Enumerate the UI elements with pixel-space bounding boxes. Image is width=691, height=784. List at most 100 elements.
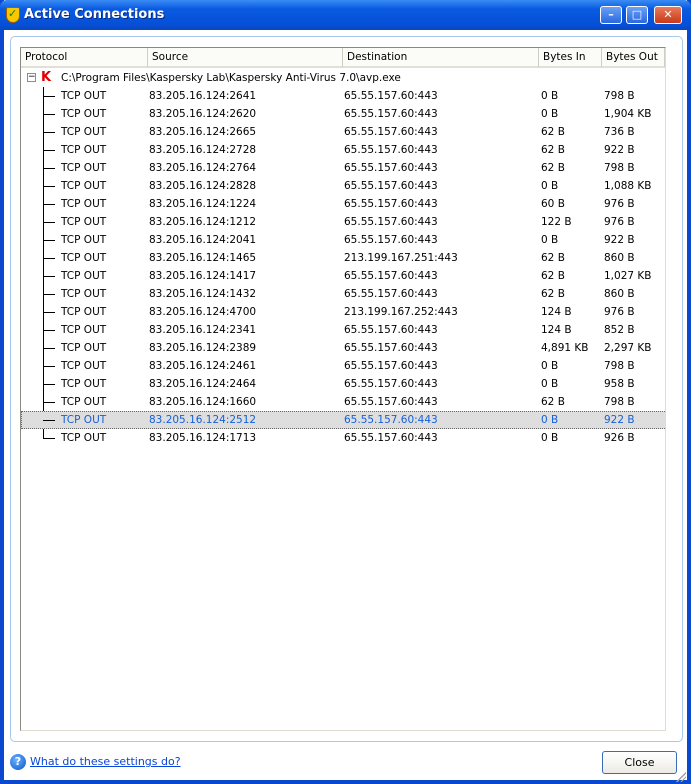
cell-protocol: TCP OUT [61, 324, 107, 336]
cell-bytes-out: 798 B [604, 360, 635, 372]
cell-bytes-in: 0 B [541, 378, 559, 390]
column-header: Protocol Source Destination Bytes In Byt… [21, 48, 665, 68]
cell-source: 83.205.16.124:2341 [149, 324, 257, 336]
cell-destination: 65.55.157.60:443 [344, 144, 438, 156]
tree-branch [43, 276, 55, 277]
cell-bytes-in: 62 B [541, 288, 565, 300]
connection-row[interactable]: TCP OUT 83.205.16.124:2461 65.55.157.60:44… [21, 357, 665, 375]
cell-source: 83.205.16.124:1224 [149, 198, 257, 210]
cell-protocol: TCP OUT [61, 414, 107, 426]
cell-protocol: TCP OUT [61, 360, 107, 372]
cell-bytes-in: 0 B [541, 432, 559, 444]
collapse-icon[interactable]: − [27, 73, 36, 82]
resize-grip-icon[interactable] [676, 772, 686, 782]
maximize-button[interactable]: □ [626, 6, 648, 24]
connection-row[interactable]: TCP OUT 83.205.16.124:2620 65.55.157.60:44… [21, 105, 665, 123]
cell-source: 83.205.16.124:2512 [149, 414, 257, 426]
connection-row[interactable]: TCP OUT 83.205.16.124:2041 65.55.157.60:44… [21, 231, 665, 249]
connection-row[interactable]: TCP OUT 83.205.16.124:2828 65.55.157.60:44… [21, 177, 665, 195]
help-icon[interactable]: ? [10, 754, 26, 770]
cell-bytes-in: 62 B [541, 270, 565, 282]
cell-bytes-in: 0 B [541, 360, 559, 372]
process-path: C:\Program Files\Kaspersky Lab\Kaspersky… [61, 72, 401, 84]
cell-destination: 65.55.157.60:443 [344, 198, 438, 210]
process-node[interactable]: − K C:\Program Files\Kaspersky Lab\Kaspe… [21, 69, 665, 87]
connection-row[interactable]: TCP OUT 83.205.16.124:2464 65.55.157.60:44… [21, 375, 665, 393]
tree-branch [43, 204, 55, 205]
cell-bytes-out: 1,088 KB [604, 180, 652, 192]
connection-row[interactable]: TCP OUT 83.205.16.124:4700 213.199.167.252… [21, 303, 665, 321]
column-header-bytes-out[interactable]: Bytes Out [602, 48, 665, 67]
cell-source: 83.205.16.124:1212 [149, 216, 257, 228]
cell-bytes-in: 122 B [541, 216, 572, 228]
connection-row[interactable]: TCP OUT 83.205.16.124:2764 65.55.157.60:44… [21, 159, 665, 177]
tree-branch [43, 438, 55, 439]
connection-row[interactable]: TCP OUT 83.205.16.124:1465 213.199.167.251… [21, 249, 665, 267]
cell-bytes-in: 62 B [541, 126, 565, 138]
cell-protocol: TCP OUT [61, 396, 107, 408]
cell-bytes-in: 62 B [541, 162, 565, 174]
cell-bytes-in: 124 B [541, 324, 572, 336]
connection-row[interactable]: TCP OUT 83.205.16.124:2341 65.55.157.60:44… [21, 321, 665, 339]
minimize-button[interactable]: – [600, 6, 622, 24]
connection-row[interactable]: TCP OUT 83.205.16.124:2665 65.55.157.60:44… [21, 123, 665, 141]
tree-branch [43, 402, 55, 403]
cell-bytes-in: 62 B [541, 252, 565, 264]
close-button[interactable]: Close [602, 751, 677, 774]
cell-protocol: TCP OUT [61, 234, 107, 246]
column-header-protocol[interactable]: Protocol [21, 48, 148, 67]
cell-bytes-out: 798 B [604, 396, 635, 408]
cell-bytes-in: 62 B [541, 396, 565, 408]
cell-source: 83.205.16.124:2041 [149, 234, 257, 246]
connection-row[interactable]: TCP OUT 83.205.16.124:2728 65.55.157.60:44… [21, 141, 665, 159]
cell-bytes-in: 124 B [541, 306, 572, 318]
connection-row[interactable]: TCP OUT 83.205.16.124:1713 65.55.157.60:44… [21, 429, 665, 447]
connection-row[interactable]: TCP OUT 83.205.16.124:1417 65.55.157.60:44… [21, 267, 665, 285]
column-header-source[interactable]: Source [148, 48, 343, 67]
cell-bytes-out: 976 B [604, 198, 635, 210]
cell-protocol: TCP OUT [61, 162, 107, 174]
cell-bytes-in: 0 B [541, 180, 559, 192]
cell-source: 83.205.16.124:1417 [149, 270, 257, 282]
cell-protocol: TCP OUT [61, 342, 107, 354]
cell-bytes-in: 0 B [541, 414, 559, 426]
cell-destination: 65.55.157.60:443 [344, 360, 438, 372]
cell-source: 83.205.16.124:2828 [149, 180, 257, 192]
cell-destination: 65.55.157.60:443 [344, 216, 438, 228]
connection-row[interactable]: TCP OUT 83.205.16.124:2512 65.55.157.60:44… [21, 411, 665, 429]
cell-destination: 65.55.157.60:443 [344, 324, 438, 336]
connection-row[interactable]: TCP OUT 83.205.16.124:2389 65.55.157.60:44… [21, 339, 665, 357]
tree-branch [43, 312, 55, 313]
cell-source: 83.205.16.124:2461 [149, 360, 257, 372]
cell-source: 83.205.16.124:2764 [149, 162, 257, 174]
cell-source: 83.205.16.124:2464 [149, 378, 257, 390]
tree-branch [43, 240, 55, 241]
column-header-bytes-in[interactable]: Bytes In [539, 48, 602, 67]
cell-bytes-out: 852 B [604, 324, 635, 336]
connection-row[interactable]: TCP OUT 83.205.16.124:1212 65.55.157.60:44… [21, 213, 665, 231]
title-bar[interactable]: Active Connections – □ ✕ [0, 0, 691, 30]
connections-tree-list[interactable]: Protocol Source Destination Bytes In Byt… [20, 47, 666, 731]
connection-row[interactable]: TCP OUT 83.205.16.124:1224 65.55.157.60:44… [21, 195, 665, 213]
tree-branch [43, 330, 55, 331]
cell-source: 83.205.16.124:4700 [149, 306, 257, 318]
cell-bytes-in: 0 B [541, 234, 559, 246]
column-header-destination[interactable]: Destination [343, 48, 539, 67]
cell-destination: 65.55.157.60:443 [344, 396, 438, 408]
cell-protocol: TCP OUT [61, 432, 107, 444]
cell-destination: 65.55.157.60:443 [344, 432, 438, 444]
cell-source: 83.205.16.124:2665 [149, 126, 257, 138]
cell-protocol: TCP OUT [61, 126, 107, 138]
cell-source: 83.205.16.124:2728 [149, 144, 257, 156]
cell-bytes-out: 958 B [604, 378, 635, 390]
cell-protocol: TCP OUT [61, 270, 107, 282]
connection-row[interactable]: TCP OUT 83.205.16.124:2641 65.55.157.60:44… [21, 87, 665, 105]
close-window-button[interactable]: ✕ [654, 6, 682, 24]
help-link[interactable]: What do these settings do? [30, 755, 181, 768]
connection-row[interactable]: TCP OUT 83.205.16.124:1660 65.55.157.60:44… [21, 393, 665, 411]
cell-destination: 65.55.157.60:443 [344, 342, 438, 354]
connection-row[interactable]: TCP OUT 83.205.16.124:1432 65.55.157.60:44… [21, 285, 665, 303]
cell-protocol: TCP OUT [61, 144, 107, 156]
cell-destination: 65.55.157.60:443 [344, 234, 438, 246]
tree-branch [43, 132, 55, 133]
